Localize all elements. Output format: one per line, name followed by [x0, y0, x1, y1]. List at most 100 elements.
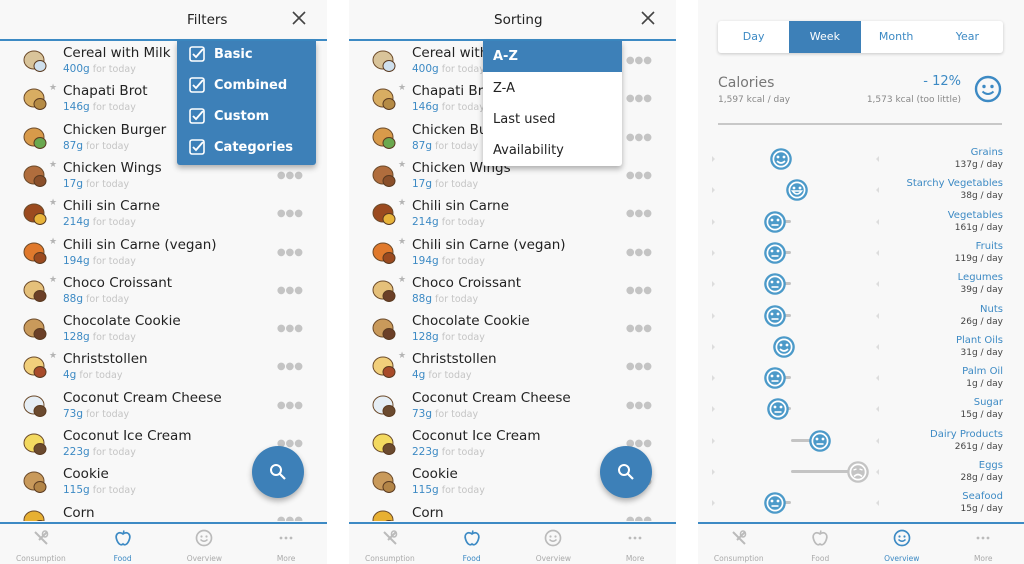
- more-options-icon[interactable]: ●●●: [277, 285, 303, 296]
- period-week[interactable]: Week: [789, 21, 861, 53]
- more-options-icon[interactable]: ●●●: [277, 208, 303, 219]
- checkbox-checked-icon[interactable]: [189, 108, 205, 124]
- star-icon[interactable]: ★: [49, 198, 57, 208]
- category-row[interactable]: Starchy Vegetables 38g / day: [698, 178, 1024, 210]
- category-row[interactable]: Vegetables 161g / day: [698, 210, 1024, 242]
- food-list-item[interactable]: ★ Chicken Wings 17g for today ●●●: [0, 160, 327, 198]
- food-list-item[interactable]: ★ Choco Croissant 88g for today ●●●: [349, 275, 676, 313]
- more-options-icon[interactable]: ●●●: [626, 132, 652, 143]
- for-today-label: for today: [441, 332, 485, 344]
- food-list-item[interactable]: ★ Chili sin Carne 214g for today ●●●: [0, 198, 327, 236]
- more-options-icon[interactable]: ●●●: [626, 515, 652, 521]
- sort-option-z-a[interactable]: Z-A: [483, 73, 622, 104]
- close-button[interactable]: [291, 10, 307, 28]
- star-icon[interactable]: ★: [398, 160, 406, 170]
- more-options-icon[interactable]: ●●●: [277, 247, 303, 258]
- category-row[interactable]: Sugar 15g / day: [698, 397, 1024, 429]
- close-button[interactable]: [640, 10, 656, 28]
- more-options-icon[interactable]: ●●●: [277, 515, 303, 521]
- nav-overview[interactable]: Overview: [164, 524, 246, 564]
- food-list-item[interactable]: ★ Christstollen 4g for today ●●●: [349, 351, 676, 389]
- nav-overview[interactable]: Overview: [861, 524, 943, 564]
- filter-categories[interactable]: Categories: [189, 135, 293, 159]
- croissant-icon: [372, 280, 396, 302]
- star-icon[interactable]: ★: [398, 198, 406, 208]
- filter-combined[interactable]: Combined: [189, 73, 287, 97]
- more-options-icon[interactable]: ●●●: [626, 285, 652, 296]
- more-options-icon[interactable]: ●●●: [626, 55, 652, 66]
- food-list-item[interactable]: Cornfor today●●●: [349, 505, 676, 521]
- sort-option-a-z[interactable]: A-Z: [483, 41, 622, 72]
- sort-option-availability[interactable]: Availability: [483, 135, 622, 166]
- nav-more[interactable]: More: [943, 524, 1024, 564]
- category-row[interactable]: Nuts 26g / day: [698, 304, 1024, 336]
- filter-basic[interactable]: Basic: [189, 42, 253, 66]
- food-list-item[interactable]: Coconut Cream Cheese 73g for today ●●●: [349, 390, 676, 428]
- more-options-icon[interactable]: ●●●: [277, 400, 303, 411]
- category-amount: 1g / day: [966, 379, 1003, 390]
- star-icon[interactable]: ★: [398, 83, 406, 93]
- food-list-item[interactable]: ★ Choco Croissant 88g for today ●●●: [0, 275, 327, 313]
- bottom-nav: Consumption Food Overview More: [0, 522, 327, 564]
- nav-food[interactable]: Food: [431, 524, 513, 564]
- search-fab-button[interactable]: [600, 446, 652, 498]
- more-options-icon[interactable]: ●●●: [626, 361, 652, 372]
- period-year[interactable]: Year: [932, 21, 1003, 53]
- more-options-icon[interactable]: ●●●: [626, 323, 652, 334]
- star-icon[interactable]: ★: [49, 160, 57, 170]
- food-list-item[interactable]: ★ Chili sin Carne (vegan) 194g for today ●●●: [0, 237, 327, 275]
- star-icon[interactable]: ★: [398, 351, 406, 361]
- category-amount: 31g / day: [960, 347, 1003, 358]
- scale-right-marker: [876, 375, 879, 382]
- checkbox-checked-icon[interactable]: [189, 46, 205, 62]
- filter-custom[interactable]: Custom: [189, 104, 269, 128]
- category-row[interactable]: Seafood 15g / day: [698, 491, 1024, 523]
- checkbox-checked-icon[interactable]: [189, 77, 205, 93]
- search-fab-button[interactable]: [252, 446, 304, 498]
- more-options-icon[interactable]: ●●●: [626, 400, 652, 411]
- category-row[interactable]: Legumes 39g / day: [698, 272, 1024, 304]
- nav-food[interactable]: Food: [82, 524, 164, 564]
- nav-label: Consumption: [713, 554, 764, 563]
- nav-food[interactable]: Food: [780, 524, 862, 564]
- nav-consumption[interactable]: Consumption: [698, 524, 780, 564]
- food-list-item[interactable]: ★ Chili sin Carne (vegan) 194g for today ●●●: [349, 237, 676, 275]
- more-options-icon[interactable]: ●●●: [277, 361, 303, 372]
- more-options-icon[interactable]: ●●●: [277, 170, 303, 181]
- star-icon[interactable]: ★: [398, 275, 406, 285]
- nav-more[interactable]: More: [245, 524, 327, 564]
- star-icon[interactable]: ★: [49, 83, 57, 93]
- food-list-item[interactable]: Coconut Cream Cheese 73g for today ●●●: [0, 390, 327, 428]
- category-row[interactable]: Dairy Products 261g / day: [698, 429, 1024, 461]
- food-list-item[interactable]: ★ Chili sin Carne 214g for today ●●●: [349, 198, 676, 236]
- category-row[interactable]: Plant Oils 31g / day: [698, 335, 1024, 367]
- food-list-item[interactable]: Chocolate Cookie 128g for today ●●●: [0, 313, 327, 351]
- checkbox-checked-icon[interactable]: [189, 139, 205, 155]
- period-day[interactable]: Day: [718, 21, 789, 53]
- food-amount: 88g for today: [412, 293, 478, 305]
- star-icon[interactable]: ★: [398, 237, 406, 247]
- sort-option-last-used[interactable]: Last used: [483, 104, 622, 135]
- category-row[interactable]: Palm Oil 1g / day: [698, 366, 1024, 398]
- more-options-icon[interactable]: ●●●: [626, 170, 652, 181]
- nav-more[interactable]: More: [594, 524, 676, 564]
- coconut-icecream-icon: [23, 433, 47, 455]
- food-list-item[interactable]: Cornfor today●●●: [0, 505, 327, 521]
- nav-consumption[interactable]: Consumption: [349, 524, 431, 564]
- more-options-icon[interactable]: ●●●: [626, 93, 652, 104]
- nav-overview[interactable]: Overview: [513, 524, 595, 564]
- category-row[interactable]: Fruits 119g / day: [698, 241, 1024, 273]
- food-list-item[interactable]: ★ Christstollen 4g for today ●●●: [0, 351, 327, 389]
- food-list-item[interactable]: Chocolate Cookie 128g for today ●●●: [349, 313, 676, 351]
- category-row[interactable]: Grains 137g / day: [698, 147, 1024, 179]
- star-icon[interactable]: ★: [49, 275, 57, 285]
- category-row[interactable]: Eggs 28g / day: [698, 460, 1024, 492]
- more-options-icon[interactable]: ●●●: [626, 208, 652, 219]
- more-options-icon[interactable]: ●●●: [626, 247, 652, 258]
- star-icon[interactable]: ★: [49, 237, 57, 247]
- more-options-icon[interactable]: ●●●: [277, 323, 303, 334]
- category-name: Eggs: [978, 460, 1003, 471]
- star-icon[interactable]: ★: [49, 351, 57, 361]
- period-month[interactable]: Month: [861, 21, 932, 53]
- nav-consumption[interactable]: Consumption: [0, 524, 82, 564]
